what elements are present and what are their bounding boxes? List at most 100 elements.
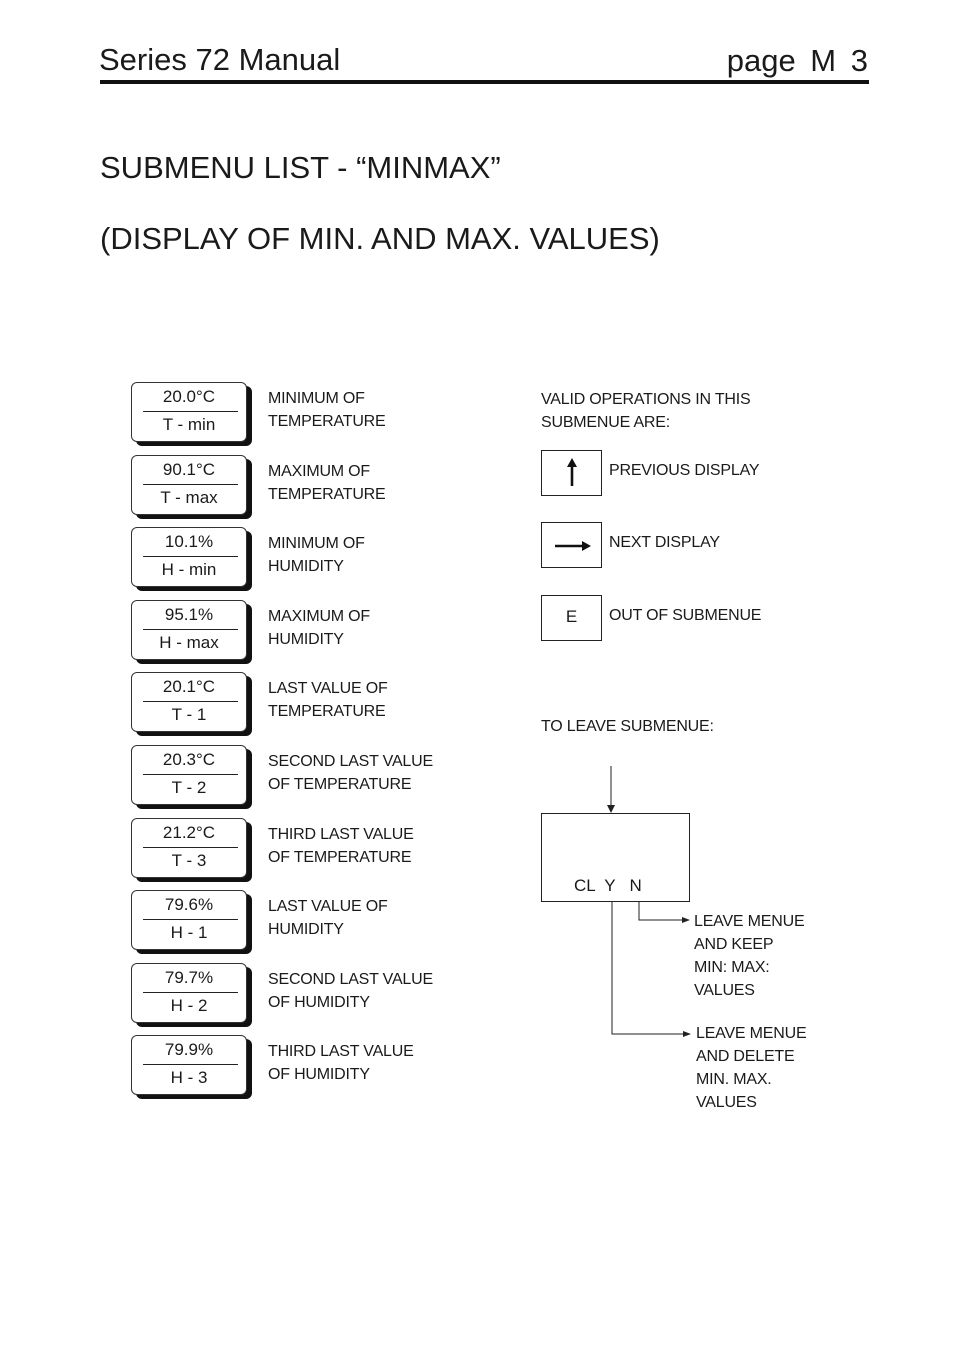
display-value: 20.3°C <box>162 750 216 769</box>
display-panel: 95.1% H - max <box>131 600 247 660</box>
display-panel: 20.0°C T - min <box>131 382 247 442</box>
leave-title: TO LEAVE SUBMENUE: <box>541 718 714 735</box>
display-description: THIRD LAST VALUE OF HUMIDITY <box>268 1040 414 1086</box>
display-description: LAST VALUE OF TEMPERATURE <box>268 677 388 723</box>
display-label: T - 1 <box>171 705 207 724</box>
option-y-line: MIN. MAX. <box>696 1071 772 1088</box>
description-line-1: SECOND LAST VALUE <box>268 971 433 988</box>
display-panel: 79.6% H - 1 <box>131 890 247 950</box>
description-line-1: MAXIMUM OF <box>268 463 370 480</box>
option-y-text: LEAVE MENUE AND DELETE MIN. MAX. VALUES <box>696 1022 807 1114</box>
operations-intro: VALID OPERATIONS IN THIS SUBMENUE ARE: <box>541 388 751 434</box>
display-description: SECOND LAST VALUE OF HUMIDITY <box>268 968 433 1014</box>
display-divider <box>143 992 238 993</box>
display-label: T - min <box>162 415 216 434</box>
description-line-2: HUMIDITY <box>268 921 344 938</box>
display-divider <box>143 484 238 485</box>
display-description: THIRD LAST VALUE OF TEMPERATURE <box>268 823 414 869</box>
display-divider <box>143 556 238 557</box>
display-divider <box>143 701 238 702</box>
display-panel: 79.7% H - 2 <box>131 963 247 1023</box>
description-line-1: MINIMUM OF <box>268 535 365 552</box>
y-branch-line <box>611 902 684 1035</box>
display-label: H - 3 <box>170 1068 208 1087</box>
arrow-up-icon <box>567 458 577 486</box>
section-title: SUBMENU LIST - “MINMAX” <box>100 150 501 185</box>
right-key <box>541 522 602 568</box>
section-subtitle: (DISPLAY OF MIN. AND MAX. VALUES) <box>100 221 660 256</box>
y-branch-arrowhead <box>683 1031 691 1037</box>
display-value: 79.7% <box>164 968 214 987</box>
option-n-text: LEAVE MENUE AND KEEP MIN: MAX: VALUES <box>694 910 805 1002</box>
option-n-line: MIN: MAX: <box>694 959 770 976</box>
display-divider <box>143 1064 238 1065</box>
display-value: 21.2°C <box>162 823 216 842</box>
display-divider <box>143 411 238 412</box>
description-line-1: THIRD LAST VALUE <box>268 1043 414 1060</box>
display-value: 20.0°C <box>162 387 216 406</box>
e-key: E <box>541 595 602 641</box>
display-divider <box>143 629 238 630</box>
display-panel: 20.3°C T - 2 <box>131 745 247 805</box>
confirm-display-text: CL Y N <box>574 876 642 895</box>
display-panel: 79.9% H - 3 <box>131 1035 247 1095</box>
display-label: T - 3 <box>171 851 207 870</box>
display-value: 20.1°C <box>162 677 216 696</box>
key-label-next: NEXT DISPLAY <box>609 534 720 551</box>
display-description: MINIMUM OF HUMIDITY <box>268 532 365 578</box>
description-line-2: OF HUMIDITY <box>268 1066 370 1083</box>
description-line-2: TEMPERATURE <box>268 413 386 430</box>
header-rule <box>100 80 869 84</box>
manual-title: Series 72 Manual <box>99 42 341 77</box>
display-description: SECOND LAST VALUE OF TEMPERATURE <box>268 750 433 796</box>
description-line-1: MINIMUM OF <box>268 390 365 407</box>
option-y-line: VALUES <box>696 1094 757 1111</box>
up-key <box>541 450 602 496</box>
arrow-right-icon <box>555 541 591 551</box>
description-line-2: HUMIDITY <box>268 631 344 648</box>
description-line-2: TEMPERATURE <box>268 486 386 503</box>
option-n-line: VALUES <box>694 982 755 999</box>
display-value: 79.9% <box>164 1040 214 1059</box>
display-description: LAST VALUE OF HUMIDITY <box>268 895 388 941</box>
key-label-exit: OUT OF SUBMENUE <box>609 607 762 624</box>
description-line-1: LAST VALUE OF <box>268 898 388 915</box>
display-panel: 90.1°C T - max <box>131 455 247 515</box>
display-value: 95.1% <box>164 605 214 624</box>
display-divider <box>143 774 238 775</box>
display-label: T - max <box>160 488 218 507</box>
key-label-previous: PREVIOUS DISPLAY <box>609 462 760 479</box>
description-line-2: OF TEMPERATURE <box>268 776 412 793</box>
description-line-2: HUMIDITY <box>268 558 344 575</box>
option-n-line: LEAVE MENUE <box>694 913 805 930</box>
description-line-2: TEMPERATURE <box>268 703 386 720</box>
display-value: 79.6% <box>164 895 214 914</box>
display-description: MAXIMUM OF TEMPERATURE <box>268 460 386 506</box>
page-number: page M 3 <box>726 43 868 78</box>
n-branch-line <box>638 902 683 921</box>
display-panel: 20.1°C T - 1 <box>131 672 247 732</box>
option-y-line: AND DELETE <box>696 1048 795 1065</box>
display-label: H - 2 <box>170 996 208 1015</box>
display-value: 10.1% <box>164 532 214 551</box>
operations-intro-line1: VALID OPERATIONS IN THIS <box>541 391 751 408</box>
description-line-1: LAST VALUE OF <box>268 680 388 697</box>
description-line-1: MAXIMUM OF <box>268 608 370 625</box>
operations-intro-line2: SUBMENUE ARE: <box>541 414 670 431</box>
display-description: MAXIMUM OF HUMIDITY <box>268 605 370 651</box>
option-n-line: AND KEEP <box>694 936 774 953</box>
display-panel: 21.2°C T - 3 <box>131 818 247 878</box>
display-description: MINIMUM OF TEMPERATURE <box>268 387 386 433</box>
description-line-1: THIRD LAST VALUE <box>268 826 414 843</box>
entry-arrowhead <box>607 805 615 813</box>
display-panel: 10.1% H - min <box>131 527 247 587</box>
display-value: 90.1°C <box>162 460 216 479</box>
display-label: T - 2 <box>171 778 207 797</box>
display-label: H - min <box>161 560 217 579</box>
n-branch-arrowhead <box>682 917 690 923</box>
option-y-line: LEAVE MENUE <box>696 1025 807 1042</box>
description-line-2: OF TEMPERATURE <box>268 849 412 866</box>
display-label: H - 1 <box>170 923 208 942</box>
e-key-symbol: E <box>565 607 578 626</box>
description-line-2: OF HUMIDITY <box>268 994 370 1011</box>
